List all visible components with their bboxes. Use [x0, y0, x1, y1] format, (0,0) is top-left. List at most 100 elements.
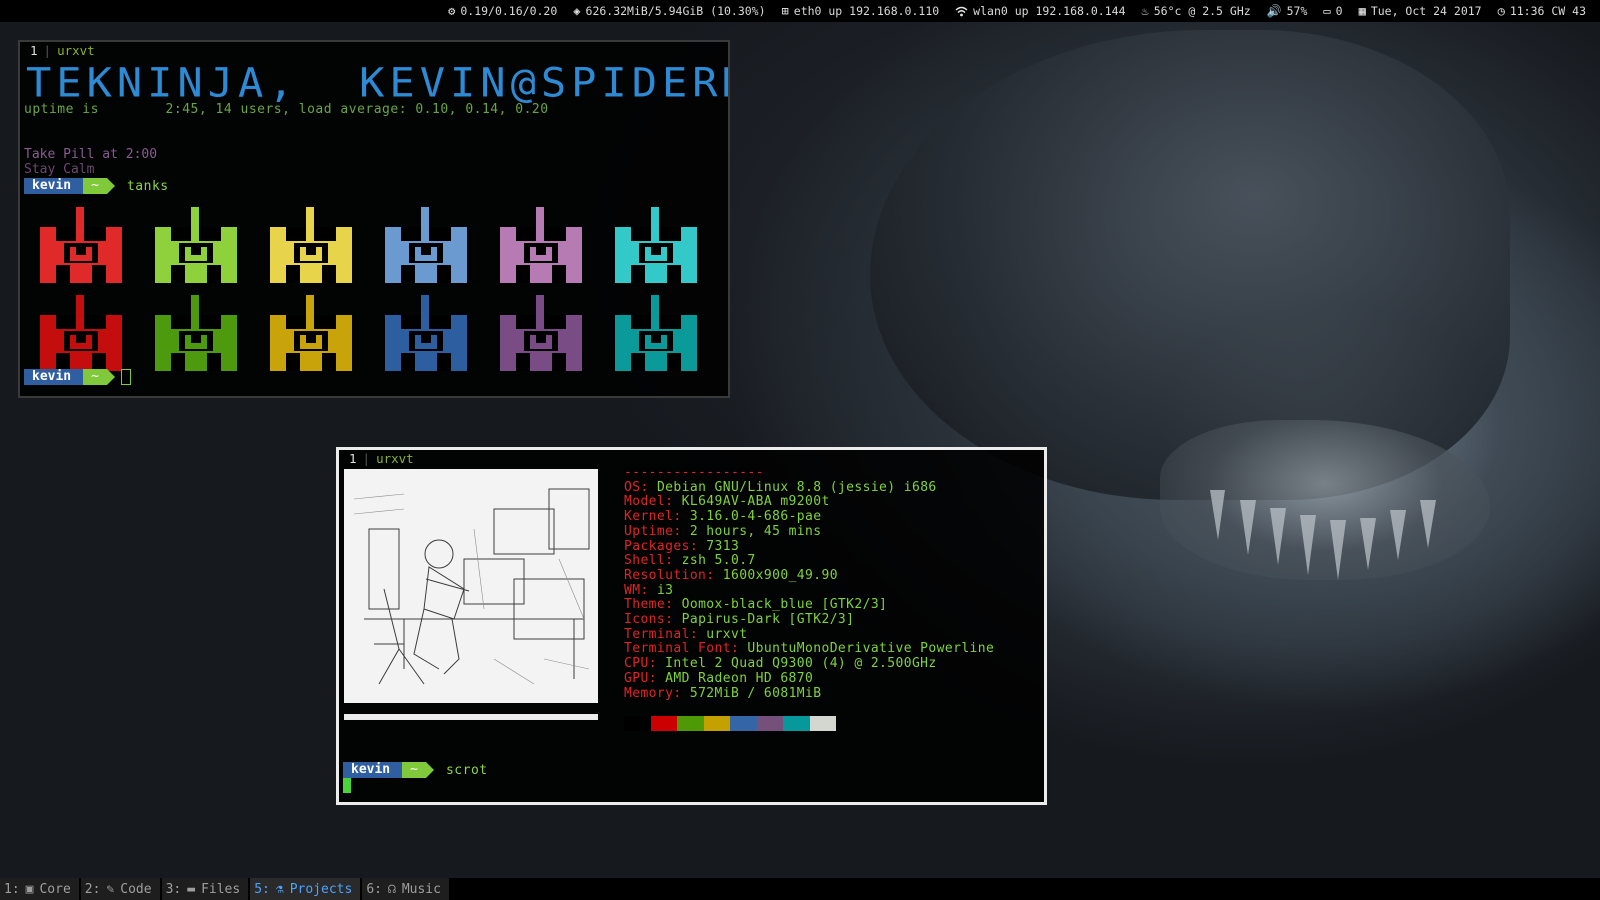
- wlan-text: wlan0 up 192.168.0.144: [973, 4, 1126, 18]
- memory-block: ◈ 626.32MiB/5.94GiB (10.30%): [573, 4, 765, 18]
- tank-sprite: [615, 207, 697, 283]
- info-row: Memory: 572MiB / 6081MiB: [624, 685, 822, 701]
- workspace-label: Core: [39, 881, 71, 897]
- text-cursor[interactable]: [120, 369, 131, 385]
- info-key: Theme: [624, 597, 666, 613]
- tank-sprite: [270, 207, 352, 283]
- color-swatch: [650, 716, 677, 731]
- temp-block: ♨ 56°c @ 2.5 GHz: [1142, 4, 1251, 18]
- text-cursor[interactable]: [343, 778, 351, 793]
- shell-prompt-current[interactable]: kevin ~: [24, 369, 131, 385]
- info-value: Oomox-black_blue [GTK2/3]: [681, 597, 888, 613]
- info-value: UbuntuMonoDerivative Powerline: [747, 641, 995, 657]
- notification-block[interactable]: ▭ 0: [1323, 4, 1342, 18]
- info-value: KL649AV-ABA m9200t: [681, 494, 830, 510]
- info-row: Terminal Font: UbuntuMonoDerivative Powe…: [624, 641, 995, 657]
- color-swatch: [756, 716, 783, 731]
- headphones-icon: ☊: [387, 881, 396, 897]
- info-row: Kernel: 3.16.0-4-686-pae: [624, 509, 822, 525]
- tank-sprite: [270, 295, 352, 371]
- info-key: Model: [624, 494, 666, 510]
- top-status-bar: ⚙ 0.19/0.16/0.20 ◈ 626.32MiB/5.94GiB (10…: [0, 0, 1600, 22]
- workspace-files[interactable]: 3: ▬ Files: [161, 878, 251, 900]
- terminal-tab[interactable]: 1 | urxvt: [20, 42, 728, 59]
- tank-sprite: [615, 295, 697, 371]
- prompt-dir: ~: [75, 178, 115, 194]
- tank-sprite: [155, 207, 237, 283]
- tank-sprite: [40, 295, 122, 371]
- flame-icon: ♨: [1141, 4, 1149, 18]
- color-swatch: [677, 716, 704, 731]
- volume-block[interactable]: 🔊 57%: [1267, 4, 1308, 18]
- image-underline: [344, 714, 598, 720]
- info-value: 572MiB / 6081MiB: [689, 685, 822, 701]
- gears-icon: ⚙: [448, 4, 456, 18]
- tab-number: 1: [30, 43, 38, 58]
- info-row: Terminal: urxvt: [624, 626, 748, 642]
- workspace-label: Code: [120, 881, 152, 897]
- info-row: WM: i3: [624, 582, 674, 598]
- info-key: Packages: [624, 538, 690, 554]
- note-icon: ▭: [1323, 4, 1331, 18]
- date-block: ▦ Tue, Oct 24 2017: [1359, 4, 1482, 18]
- workspace-code[interactable]: 2: ✎ Code: [80, 878, 162, 900]
- workspace-projects[interactable]: 5: ⚗ Projects: [250, 878, 363, 900]
- info-value: 2 hours, 45 mins: [689, 523, 822, 539]
- wallpaper-alien-teeth: [1210, 490, 1436, 580]
- reminder-line-2: Stay Calm: [24, 162, 95, 177]
- load-text: 0.19/0.16/0.20: [460, 4, 558, 18]
- workspace-bar: 1: ▣ Core 2: ✎ Code 3: ▬ Files 5: ⚗ Projects 6: ☊ Musi…: [0, 878, 1600, 900]
- system-info: ----------------- OS: Debian GNU/Linux 8…: [624, 465, 995, 701]
- wallpaper-alien-head: [870, 30, 1510, 500]
- memory-icon: ◈: [573, 4, 581, 18]
- time-text: 11:36 CW 43: [1509, 4, 1586, 18]
- workspace-number: 1:: [4, 881, 20, 897]
- tank-sprite: [500, 295, 582, 371]
- color-swatch: [809, 716, 836, 731]
- volume-text: 57%: [1286, 4, 1308, 18]
- shell-prompt: kevin ~ tanks: [24, 178, 169, 194]
- color-swatch: [783, 716, 810, 731]
- workspace-core[interactable]: 1: ▣ Core: [0, 878, 81, 900]
- info-row: CPU: Intel 2 Quad Q9300 (4) @ 2.500GHz: [624, 656, 937, 672]
- info-key: GPU: [624, 670, 649, 686]
- prompt-dir: ~: [75, 369, 115, 385]
- terminal-window-tanks[interactable]: 1|urxvt TEKNINJA, KEVIN@SPIDERMANPC upti…: [18, 40, 730, 398]
- wifi-icon: [955, 6, 968, 16]
- info-value: 3.16.0-4-686-pae: [689, 509, 822, 525]
- info-value: Debian GNU/Linux 8.8 (jessie) i686: [656, 479, 937, 495]
- tank-sprite: [500, 207, 582, 283]
- info-row: Icons: Papirus-Dark [GTK2/3]: [624, 612, 855, 628]
- workspace-number: 3:: [165, 881, 182, 897]
- clock-icon: ◷: [1497, 4, 1505, 18]
- info-row: Theme: Oomox-black_blue [GTK2/3]: [624, 597, 888, 613]
- info-key: Icons: [624, 612, 666, 628]
- info-key: Resolution: [624, 567, 707, 583]
- prompt-dir: ~: [394, 762, 434, 778]
- terminal-icon: ▣: [25, 881, 34, 897]
- prompt-command: scrot: [445, 762, 488, 778]
- memory-text: 626.32MiB/5.94GiB (10.30%): [585, 4, 766, 18]
- load-block: ⚙ 0.19/0.16/0.20: [448, 4, 557, 18]
- calendar-icon: ▦: [1358, 4, 1366, 18]
- info-key: Terminal: [624, 626, 690, 642]
- time-block: ◷ 11:36 CW 43: [1498, 4, 1586, 18]
- workspace-label: Music: [401, 881, 441, 897]
- info-value: Intel 2 Quad Q9300 (4) @ 2.500GHz: [665, 656, 937, 672]
- uptime-line: uptime is 2:45, 14 users, load average: …: [24, 102, 549, 117]
- tank-sprite: [385, 207, 467, 283]
- color-swatch: [730, 716, 757, 731]
- terminal-window-neofetch[interactable]: 1 | urxvt ----------------- OS: Debian G…: [336, 447, 1047, 805]
- info-value: Papirus-Dark [GTK2/3]: [681, 612, 855, 628]
- info-row: OS: Debian GNU/Linux 8.8 (jessie) i686: [624, 479, 937, 495]
- speaker-icon: 🔊: [1266, 4, 1282, 18]
- info-value: i3: [656, 582, 674, 598]
- info-row: Shell: zsh 5.0.7: [624, 553, 756, 569]
- workspace-label: Projects: [289, 881, 353, 897]
- ascii-banner: TEKNINJA, KEVIN@SPIDERMANPC: [26, 59, 728, 106]
- info-key: OS: [624, 479, 641, 495]
- info-value: zsh 5.0.7: [681, 553, 756, 569]
- info-key: Uptime: [624, 523, 674, 539]
- wlan-block: wlan0 up 192.168.0.144: [955, 4, 1126, 18]
- workspace-music[interactable]: 6: ☊ Music: [362, 878, 451, 900]
